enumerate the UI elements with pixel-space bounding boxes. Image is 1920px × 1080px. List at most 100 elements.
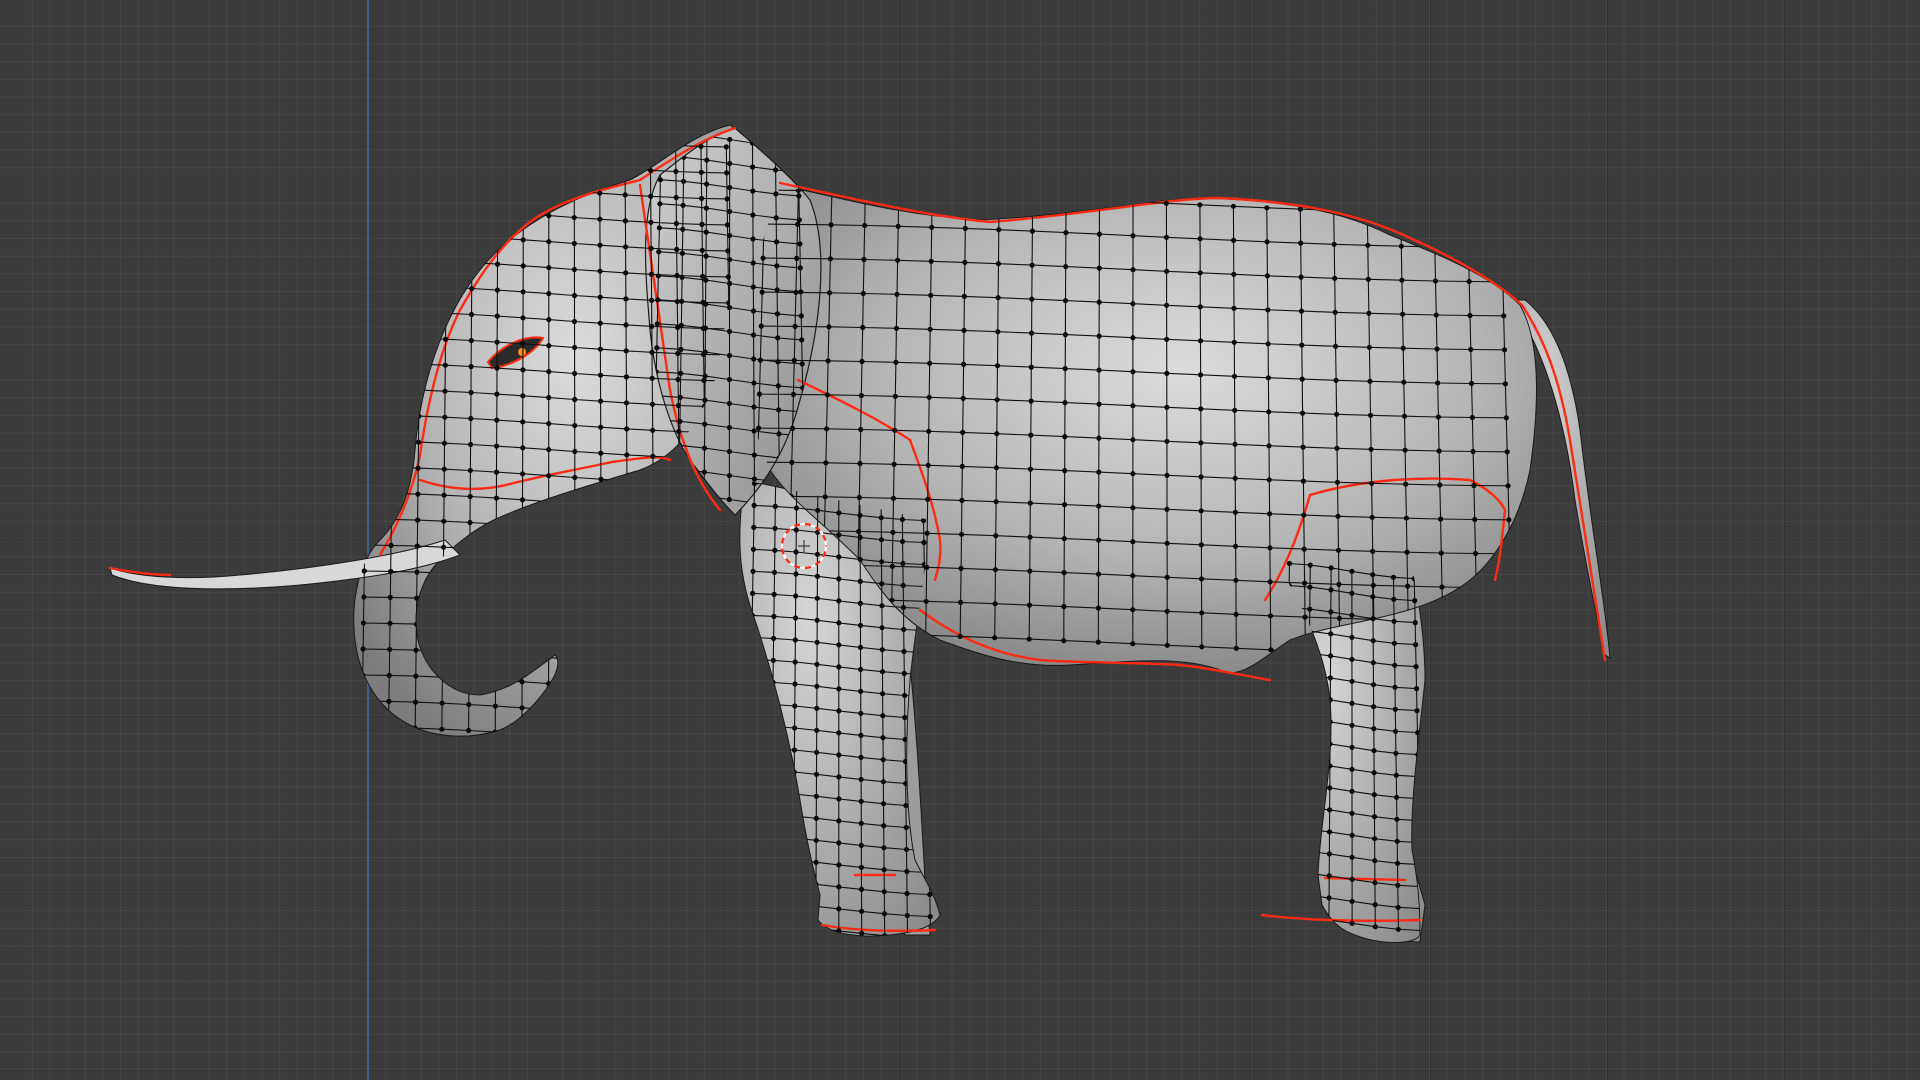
mesh-vertex[interactable] xyxy=(624,426,630,432)
mesh-vertex[interactable] xyxy=(730,586,736,592)
mesh-vertex[interactable] xyxy=(1395,926,1401,932)
mesh-vertex[interactable] xyxy=(928,258,934,264)
mesh-vertex[interactable] xyxy=(678,636,684,643)
mesh-vertex[interactable] xyxy=(649,375,655,381)
mesh-vertex[interactable] xyxy=(649,323,655,329)
mesh-vertex[interactable] xyxy=(992,567,999,573)
mesh-vertex[interactable] xyxy=(675,402,682,409)
mesh-vertex[interactable] xyxy=(1304,782,1311,788)
mesh-vertex[interactable] xyxy=(994,397,1000,403)
mesh-vertex[interactable] xyxy=(1164,506,1170,512)
mesh-vertex[interactable] xyxy=(367,204,373,210)
mesh-vertex[interactable] xyxy=(703,253,709,259)
mesh-vertex[interactable] xyxy=(904,912,910,919)
mesh-vertex[interactable] xyxy=(703,205,710,211)
mesh-vertex[interactable] xyxy=(929,190,935,196)
mesh-vertex[interactable] xyxy=(750,236,756,242)
mesh-vertex[interactable] xyxy=(1283,714,1290,721)
mesh-vertex[interactable] xyxy=(1331,241,1337,247)
mesh-vertex[interactable] xyxy=(469,285,475,292)
mesh-vertex[interactable] xyxy=(730,612,737,618)
mesh-vertex[interactable] xyxy=(1435,380,1441,386)
mesh-vertex[interactable] xyxy=(362,542,368,548)
mesh-vertex[interactable] xyxy=(1028,432,1034,438)
mesh-vertex[interactable] xyxy=(699,195,705,201)
mesh-vertex[interactable] xyxy=(572,396,578,403)
mesh-vertex[interactable] xyxy=(959,497,965,503)
mesh-vertex[interactable] xyxy=(774,311,781,317)
mesh-vertex[interactable] xyxy=(1327,807,1333,813)
mesh-vertex[interactable] xyxy=(364,386,370,392)
mesh-vertex[interactable] xyxy=(1328,565,1334,571)
mesh-vertex[interactable] xyxy=(1299,342,1305,348)
mesh-vertex[interactable] xyxy=(599,658,605,664)
mesh-vertex[interactable] xyxy=(858,754,864,761)
mesh-vertex[interactable] xyxy=(651,583,657,589)
mesh-vertex[interactable] xyxy=(904,868,910,875)
mesh-vertex[interactable] xyxy=(1164,268,1170,274)
mesh-vertex[interactable] xyxy=(546,447,552,453)
mesh-vertex[interactable] xyxy=(625,608,631,614)
mesh-vertex[interactable] xyxy=(1096,503,1102,509)
mesh-vertex[interactable] xyxy=(858,732,864,739)
mesh-vertex[interactable] xyxy=(889,563,896,569)
mesh-vertex[interactable] xyxy=(1349,722,1355,728)
mesh-vertex[interactable] xyxy=(836,620,842,626)
mesh-vertex[interactable] xyxy=(598,528,604,534)
mesh-vertex[interactable] xyxy=(1301,546,1307,552)
mesh-vertex[interactable] xyxy=(726,424,733,431)
mesh-vertex[interactable] xyxy=(958,599,964,606)
elephant-mesh[interactable] xyxy=(0,0,1920,1080)
mesh-vertex[interactable] xyxy=(836,664,842,670)
mesh-vertex[interactable] xyxy=(795,169,802,175)
mesh-vertex[interactable] xyxy=(1233,543,1239,549)
mesh-vertex[interactable] xyxy=(468,441,474,448)
mesh-vertex[interactable] xyxy=(676,428,682,435)
mesh-vertex[interactable] xyxy=(1416,796,1422,802)
mesh-vertex[interactable] xyxy=(1392,684,1398,690)
mesh-vertex[interactable] xyxy=(1366,310,1372,316)
mesh-vertex[interactable] xyxy=(858,688,864,695)
mesh-vertex[interactable] xyxy=(676,490,682,496)
mesh-vertex[interactable] xyxy=(1061,604,1067,610)
mesh-vertex[interactable] xyxy=(772,503,778,509)
mesh-vertex[interactable] xyxy=(813,859,819,865)
mesh-vertex[interactable] xyxy=(469,207,475,214)
mesh-vertex[interactable] xyxy=(1199,610,1205,616)
mesh-vertex[interactable] xyxy=(1402,447,1408,453)
mesh-vertex[interactable] xyxy=(926,869,933,876)
mesh-vertex[interactable] xyxy=(417,335,423,341)
mesh-vertex[interactable] xyxy=(879,669,886,675)
mesh-vertex[interactable] xyxy=(960,395,966,401)
mesh-vertex[interactable] xyxy=(1096,367,1102,373)
mesh-vertex[interactable] xyxy=(792,659,798,665)
mesh-vertex[interactable] xyxy=(493,469,500,475)
mesh-vertex[interactable] xyxy=(901,626,907,633)
mesh-vertex[interactable] xyxy=(1440,652,1446,658)
mesh-vertex[interactable] xyxy=(750,568,756,575)
mesh-vertex[interactable] xyxy=(440,622,446,628)
mesh-vertex[interactable] xyxy=(791,747,798,753)
mesh-vertex[interactable] xyxy=(996,227,1002,233)
mesh-vertex[interactable] xyxy=(546,551,552,557)
mesh-vertex[interactable] xyxy=(1029,330,1035,336)
mesh-vertex[interactable] xyxy=(1164,574,1170,580)
mesh-vertex[interactable] xyxy=(1508,585,1514,591)
mesh-vertex[interactable] xyxy=(879,603,885,609)
mesh-vertex[interactable] xyxy=(992,601,998,607)
mesh-vertex[interactable] xyxy=(1504,449,1510,455)
mesh-vertex[interactable] xyxy=(1431,210,1437,216)
mesh-vertex[interactable] xyxy=(703,507,709,513)
mesh-vertex[interactable] xyxy=(773,191,779,197)
mesh-vertex[interactable] xyxy=(771,569,778,576)
mesh-vertex[interactable] xyxy=(598,502,604,508)
mesh-vertex[interactable] xyxy=(814,573,821,579)
mesh-vertex[interactable] xyxy=(657,177,664,183)
mesh-vertex[interactable] xyxy=(520,237,526,243)
mesh-vertex[interactable] xyxy=(441,518,447,524)
mesh-vertex[interactable] xyxy=(927,935,934,941)
mesh-vertex[interactable] xyxy=(493,625,499,631)
mesh-vertex[interactable] xyxy=(772,143,778,149)
mesh-vertex[interactable] xyxy=(858,864,865,871)
mesh-vertex[interactable] xyxy=(413,647,419,653)
